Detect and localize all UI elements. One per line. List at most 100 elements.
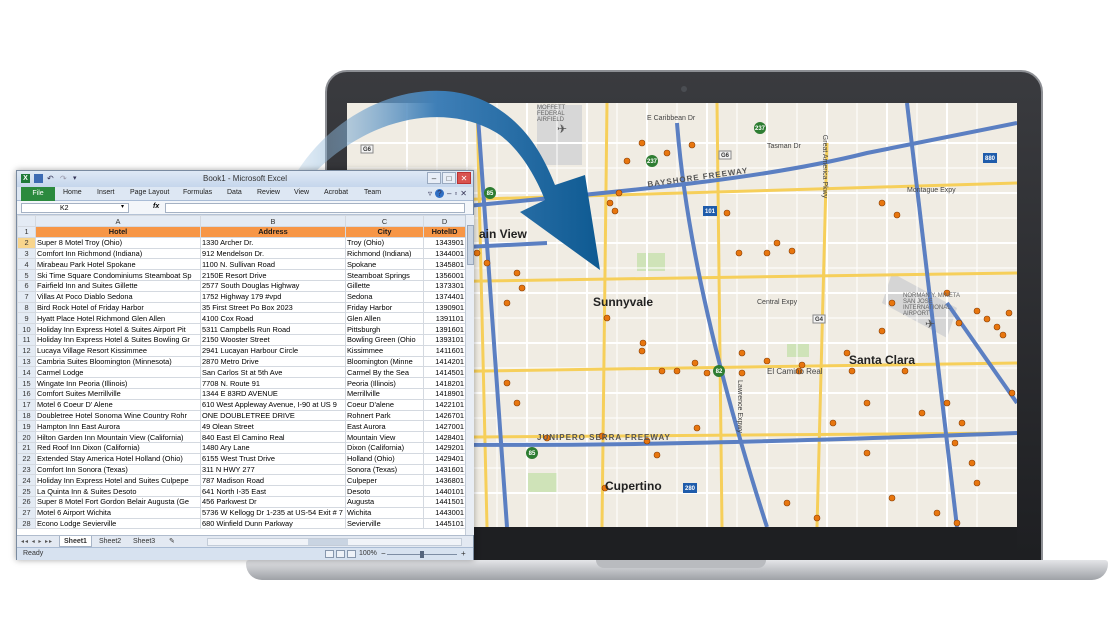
cell-address[interactable]: 912 Mendelson Dr. — [200, 247, 346, 260]
cell-hotel[interactable]: Bird Rock Hotel of Friday Harbor — [35, 301, 201, 314]
cell-hotelid[interactable]: 1441501 — [423, 495, 465, 508]
sheet-tab-3[interactable]: Sheet3 — [129, 536, 159, 547]
cell-hotelid[interactable]: 1343901 — [423, 236, 465, 249]
row-number[interactable]: 12 — [17, 344, 36, 357]
formula-input[interactable] — [165, 203, 465, 213]
row-number[interactable]: 2 — [17, 236, 36, 249]
cell-hotelid[interactable]: 1428401 — [423, 431, 465, 443]
cell-hotelid[interactable]: 1429201 — [423, 441, 465, 454]
cell-address[interactable]: 7708 N. Route 91 — [200, 377, 346, 389]
cell-hotel[interactable]: Comfort Inn Richmond (Indiana) — [35, 247, 201, 260]
tab-acrobat[interactable]: Acrobat — [324, 189, 348, 196]
tab-data[interactable]: Data — [227, 189, 242, 196]
cell-address[interactable]: 5736 W Kellogg Dr 1-235 at US-54 Exit # … — [200, 506, 346, 519]
row-number[interactable]: 18 — [17, 409, 36, 422]
row-number[interactable]: 11 — [17, 333, 36, 346]
cell-city[interactable]: Wichita — [345, 506, 424, 519]
cell-city[interactable]: Coeur D'alene — [345, 398, 424, 411]
row-number[interactable]: 16 — [17, 387, 36, 400]
header-cell-city[interactable]: City — [345, 226, 424, 238]
cell-address[interactable]: 2870 Metro Drive — [200, 355, 346, 368]
cell-city[interactable]: Carmel By the Sea — [345, 366, 424, 379]
cell-hotelid[interactable]: 1427001 — [423, 420, 465, 433]
zoom-slider-handle[interactable] — [420, 551, 424, 558]
row-number[interactable]: 15 — [17, 377, 36, 389]
cell-city[interactable]: Friday Harbor — [345, 301, 424, 314]
cell-hotel[interactable]: Ski Time Square Condominiums Steamboat S… — [35, 269, 201, 281]
tab-view[interactable]: View — [294, 189, 309, 196]
cell-hotelid[interactable]: 1418201 — [423, 377, 465, 389]
sheet-tab-2[interactable]: Sheet2 — [95, 536, 125, 547]
cell-hotel[interactable]: Hilton Garden Inn Mountain View (Califor… — [35, 431, 201, 443]
cell-city[interactable]: Holland (Ohio) — [345, 452, 424, 465]
cell-hotel[interactable]: Wingate Inn Peoria (Illinois) — [35, 377, 201, 389]
cell-city[interactable]: Troy (Ohio) — [345, 236, 424, 249]
tab-formulas[interactable]: Formulas — [183, 189, 212, 196]
restore-button[interactable]: □ — [442, 172, 456, 184]
cell-hotelid[interactable]: 1418901 — [423, 387, 465, 400]
cell-hotel[interactable]: Econo Lodge Sevierville — [35, 517, 201, 530]
cell-hotel[interactable]: Holiday Inn Express Hotel & Suites Bowli… — [35, 333, 201, 346]
cell-hotel[interactable]: Super 8 Motel Fort Gordon Belair Augusta… — [35, 495, 201, 508]
cell-city[interactable]: Steamboat Springs — [345, 269, 424, 281]
cell-hotel[interactable]: La Quinta Inn & Suites Desoto — [35, 485, 201, 497]
row-number[interactable]: 5 — [17, 269, 36, 281]
cell-address[interactable]: 680 Winfield Dunn Parkway — [200, 517, 346, 530]
cell-hotel[interactable]: Hampton Inn East Aurora — [35, 420, 201, 433]
row-number[interactable]: 13 — [17, 355, 36, 368]
cell-city[interactable]: Rohnert Park — [345, 409, 424, 422]
row-number[interactable]: 10 — [17, 323, 36, 335]
row-number[interactable]: 4 — [17, 258, 36, 271]
cell-hotelid[interactable]: 1445101 — [423, 517, 465, 530]
cell-hotelid[interactable]: 1393101 — [423, 333, 465, 346]
cell-address[interactable]: 1752 Highway 179 #vpd — [200, 290, 346, 303]
cell-hotel[interactable]: Red Roof Inn Dixon (California) — [35, 441, 201, 454]
cell-hotelid[interactable]: 1431601 — [423, 463, 465, 476]
cell-hotel[interactable]: Super 8 Motel Troy (Ohio) — [35, 236, 201, 249]
normal-view-icon[interactable] — [325, 550, 334, 558]
cell-hotelid[interactable]: 1422101 — [423, 398, 465, 411]
sheet-nav-arrows-icon[interactable]: ◂◂ ◂ ▸ ▸▸ — [21, 538, 53, 545]
cell-city[interactable]: Glen Allen — [345, 312, 424, 325]
ribbon-close-icon[interactable]: ✕ — [460, 189, 467, 198]
cell-hotel[interactable]: Villas At Poco Diablo Sedona — [35, 290, 201, 303]
cell-city[interactable]: Sedona — [345, 290, 424, 303]
ribbon-restore-icon[interactable]: ▫ — [454, 189, 457, 198]
cell-hotel[interactable]: Comfort Inn Sonora (Texas) — [35, 463, 201, 476]
row-number[interactable]: 22 — [17, 452, 36, 465]
cell-hotelid[interactable]: 1390901 — [423, 301, 465, 314]
cell-hotel[interactable]: Fairfield Inn and Suites Gillette — [35, 279, 201, 292]
tab-file[interactable]: File — [21, 187, 55, 201]
cell-hotelid[interactable]: 1414201 — [423, 355, 465, 368]
cell-hotelid[interactable]: 1345801 — [423, 258, 465, 271]
cell-hotelid[interactable]: 1429401 — [423, 452, 465, 465]
cell-city[interactable]: Merrillville — [345, 387, 424, 400]
cell-address[interactable]: 1480 Ary Lane — [200, 441, 346, 454]
row-number[interactable]: 8 — [17, 301, 36, 314]
cell-address[interactable]: 2941 Lucayan Harbour Circle — [200, 344, 346, 357]
cell-hotel[interactable]: Holiday Inn Express Hotel and Suites Cul… — [35, 474, 201, 487]
header-cell-hotelid[interactable]: HotelID — [423, 226, 465, 238]
cell-hotelid[interactable]: 1344001 — [423, 247, 465, 260]
cell-city[interactable]: Bloomington (Minne — [345, 355, 424, 368]
row-number[interactable]: 27 — [17, 506, 36, 519]
row-number[interactable]: 7 — [17, 290, 36, 303]
cell-city[interactable]: East Aurora — [345, 420, 424, 433]
cell-address[interactable]: 641 North I-35 East — [200, 485, 346, 497]
cell-address[interactable]: San Carlos St at 5th Ave — [200, 366, 346, 379]
cell-hotel[interactable]: Cambria Suites Bloomington (Minnesota) — [35, 355, 201, 368]
cell-address[interactable]: 1100 N. Sullivan Road — [200, 258, 346, 271]
tab-review[interactable]: Review — [257, 189, 280, 196]
cell-address[interactable]: 2150E Resort Drive — [200, 269, 346, 281]
column-header[interactable]: B — [200, 215, 346, 227]
cell-hotel[interactable]: Extended Stay America Hotel Holland (Ohi… — [35, 452, 201, 465]
column-header[interactable]: A — [35, 215, 201, 227]
cell-address[interactable]: 1344 E 83RD AVENUE — [200, 387, 346, 400]
close-button[interactable]: ✕ — [457, 172, 471, 184]
cell-city[interactable]: Augusta — [345, 495, 424, 508]
header-cell-address[interactable]: Address — [200, 226, 346, 238]
cell-address[interactable]: 1330 Archer Dr. — [200, 236, 346, 249]
row-number[interactable]: 14 — [17, 366, 36, 379]
cell-city[interactable]: Culpeper — [345, 474, 424, 487]
cell-address[interactable]: ONE DOUBLETREE DRIVE — [200, 409, 346, 422]
